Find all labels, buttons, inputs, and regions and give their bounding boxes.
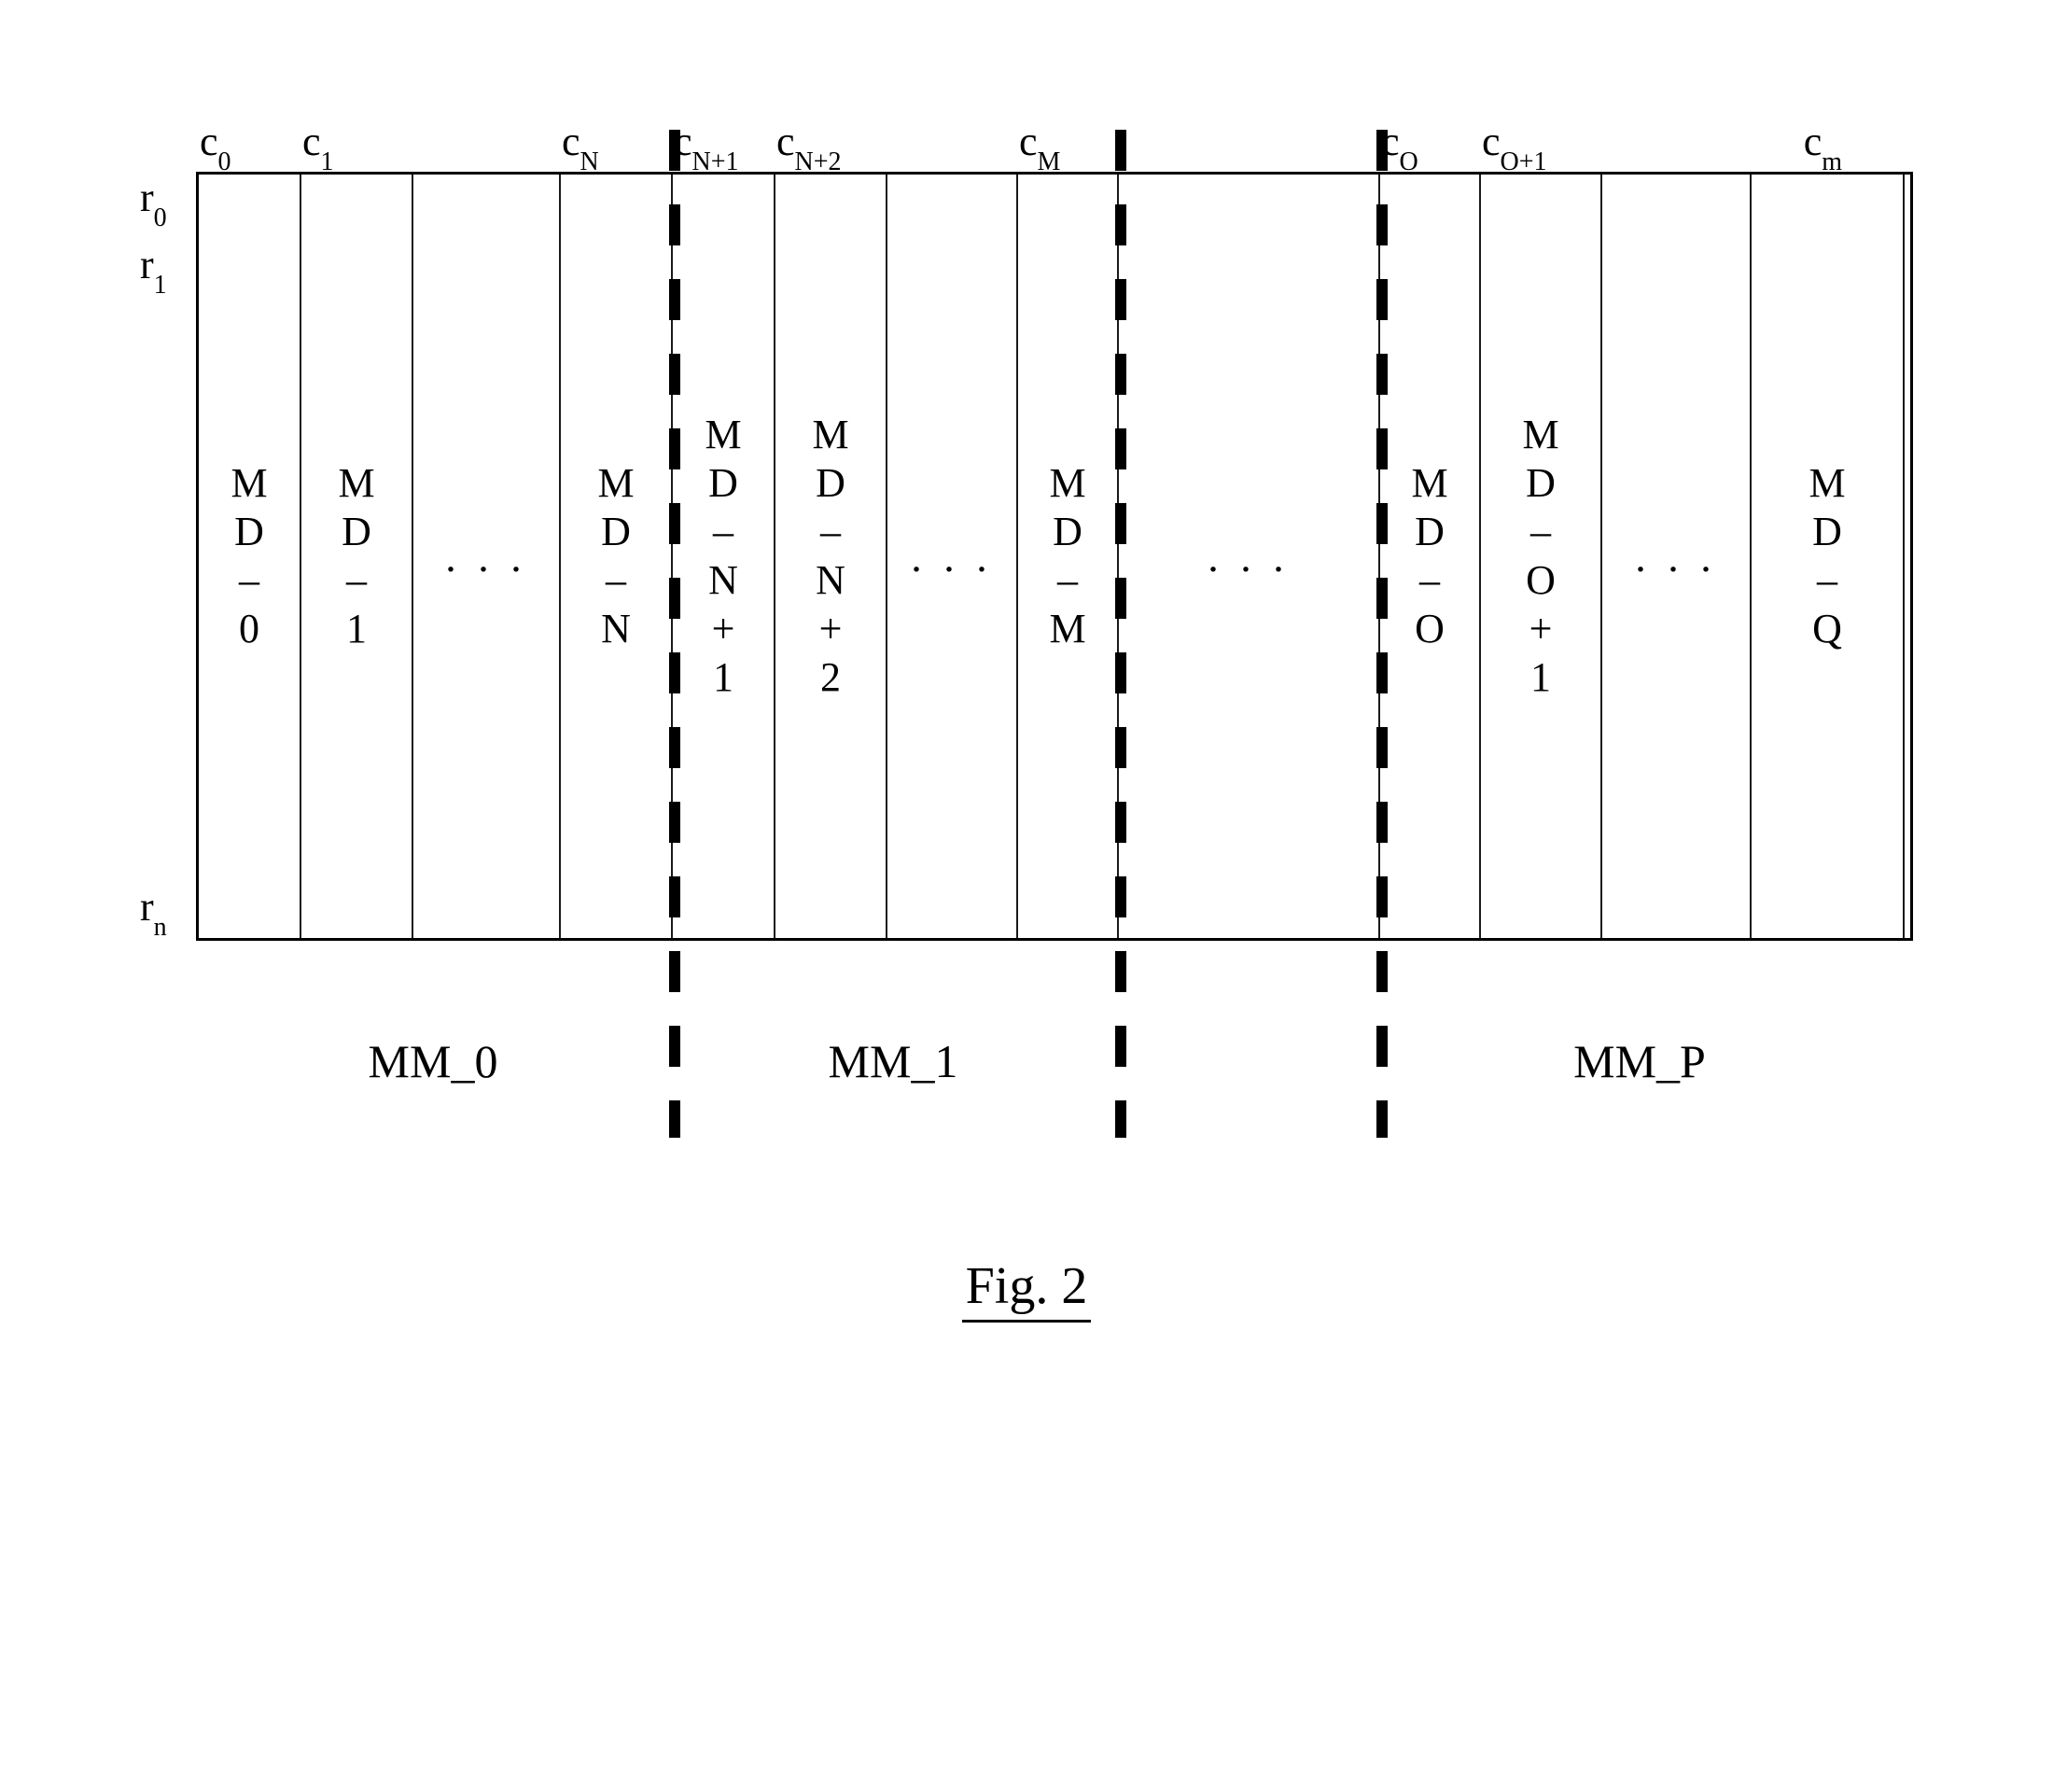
col-ellipsis-1: . . . [413, 175, 561, 938]
cell-mdN1: MD–N+1 [705, 411, 741, 702]
module-label-mm1: MM_1 [670, 1034, 1116, 1088]
cell-mdQ: MD–Q [1809, 459, 1845, 653]
module-label-mm0: MM_0 [196, 1034, 670, 1088]
col-mdM: MD–M [1018, 175, 1119, 938]
col-ellipsis-3: . . . [1119, 175, 1380, 938]
col-label-cN: cN [558, 118, 670, 172]
col-mdQ: MD–Q [1752, 175, 1905, 938]
cell-mdN: MD–N [597, 459, 634, 653]
col-label-c0: c0 [196, 118, 299, 172]
cell-mdN2: MD–N+2 [812, 411, 848, 702]
cell-md1: MD–1 [338, 459, 374, 653]
col-mdN2: MD–N+2 [775, 175, 887, 938]
col-label-cN2: cN+2 [773, 118, 885, 172]
ellipsis-icon: . . . [1119, 532, 1378, 581]
row-label-rn: rn [140, 881, 167, 948]
col-label-cM: cM [1015, 118, 1116, 172]
row-label-r1: r1 [140, 239, 194, 306]
ellipsis-icon: . . . [887, 532, 1016, 581]
ellipsis-icon: . . . [413, 532, 559, 581]
col-mdO: MD–O [1380, 175, 1481, 938]
col-mdN1: MD–N+1 [673, 175, 775, 938]
col-ellipsis-2: . . . [887, 175, 1018, 938]
col-label-cO1: cO+1 [1478, 118, 1599, 172]
row-labels: r0 r1 rn [140, 172, 194, 306]
module-labels-row: MM_0 MM_1 MM_P [196, 1034, 1913, 1088]
cell-mdO: MD–O [1411, 459, 1447, 653]
cell-mdO1: MD–O+1 [1522, 411, 1558, 702]
page: c0 c1 cN cN+1 cN+2 cM cO cO+1 cm r0 r1 r… [0, 0, 2053, 1792]
col-mdN: MD–N [561, 175, 673, 938]
figure-caption: Fig. 2 [140, 1256, 1913, 1323]
column-labels-row: c0 c1 cN cN+1 cN+2 cM cO cO+1 cm [196, 112, 1913, 172]
module-label-mmP: MM_P [1377, 1034, 1902, 1088]
memory-grid: MD–0 MD–1 . . . MD–N MD–N+1 [196, 172, 1913, 941]
ellipsis-icon: . . . [1602, 532, 1750, 581]
cell-md0: MD–0 [230, 459, 267, 653]
col-label-cO: cO [1377, 118, 1478, 172]
col-label-cm: cm [1749, 118, 1851, 172]
col-md0: MD–0 [199, 175, 301, 938]
col-md1: MD–1 [301, 175, 413, 938]
memory-diagram: c0 c1 cN cN+1 cN+2 cM cO cO+1 cm r0 r1 r… [140, 112, 1913, 1323]
col-label-cN1: cN+1 [670, 118, 773, 172]
row-label-r0: r0 [140, 172, 194, 239]
col-mdO1: MD–O+1 [1481, 175, 1602, 938]
cell-mdM: MD–M [1049, 459, 1085, 653]
col-ellipsis-4: . . . [1602, 175, 1752, 938]
col-label-c1: c1 [299, 118, 411, 172]
